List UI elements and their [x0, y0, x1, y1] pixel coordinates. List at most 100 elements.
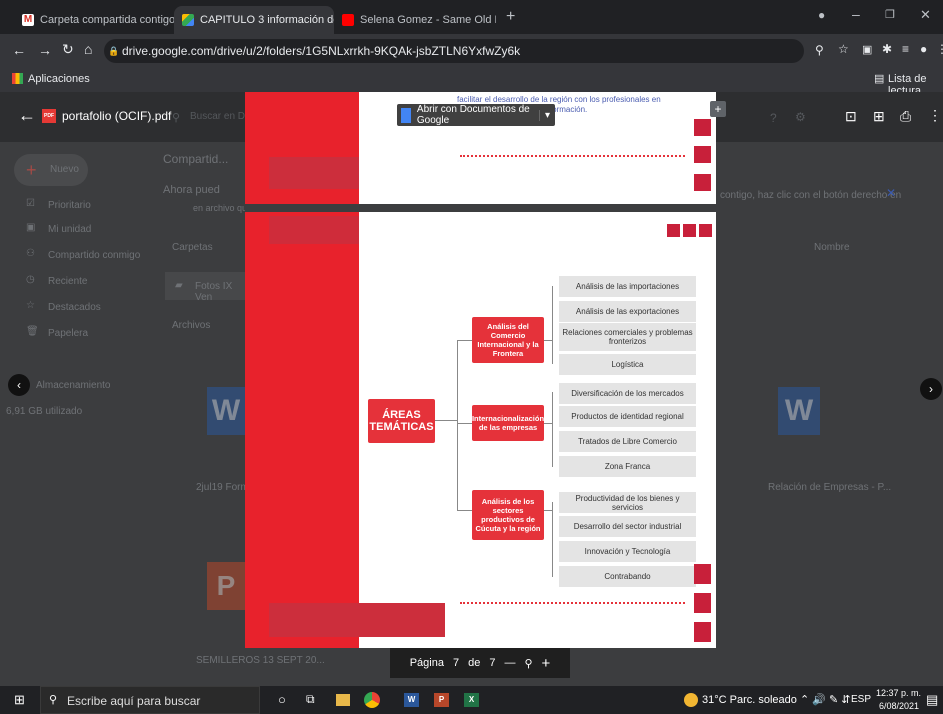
weather-text[interactable]: 31°C Parc. soleado [702, 694, 797, 706]
back-arrow-icon[interactable]: ← [18, 105, 36, 126]
nav-shared: Compartido conmigo [48, 250, 141, 261]
extension-icon[interactable]: ▣ [862, 43, 872, 56]
file-name-3: SEMILLEROS 13 SEPT 20... [196, 655, 325, 666]
red-square [683, 224, 696, 237]
more-options-icon[interactable]: ⋮ [928, 107, 942, 124]
reading-list-icon[interactable]: ≡ [902, 42, 909, 56]
weather-icon [684, 693, 698, 707]
open-with-label: Abrir con Documentos de Google [416, 104, 530, 126]
open-with-google-docs-button[interactable]: Abrir con Documentos de Google ▾ [397, 104, 555, 126]
connector-line [457, 340, 458, 510]
shared-icon: ⚇ [26, 248, 35, 259]
help-icon: ? [770, 111, 777, 125]
tab-youtube[interactable]: Selena Gomez - Same Old Lo 🔊 ✕ [334, 6, 496, 34]
profile-dot-icon[interactable]: ● [818, 8, 825, 22]
task-view-icon[interactable]: ⧉ [306, 692, 315, 707]
reading-list-icon: ▤ [874, 73, 885, 85]
connector-line [552, 392, 553, 467]
excel-icon[interactable]: X [464, 693, 479, 707]
red-box [269, 603, 445, 637]
apps-bookmark[interactable]: Aplicaciones [28, 73, 90, 85]
banner-text: Ahora pued [163, 184, 220, 196]
word-icon[interactable]: W [404, 693, 419, 707]
nav-priority: Prioritario [48, 200, 91, 211]
zoom-icon: ⚲ [524, 657, 533, 670]
nav-starred: Destacados [48, 302, 101, 313]
home-icon[interactable]: ⌂ [84, 41, 92, 57]
topic-item: Desarrollo del sector industrial [559, 516, 696, 537]
notifications-icon[interactable]: ▤ [926, 692, 938, 708]
file-explorer-icon[interactable] [336, 694, 350, 706]
root-node: ÁREAS TEMÁTICAS [368, 399, 435, 443]
new-tab-button[interactable]: + [506, 8, 515, 26]
back-arrow-icon[interactable]: ← [12, 42, 26, 58]
close-banner-icon: ✕ [886, 186, 897, 200]
priority-icon: ☑ [26, 198, 35, 209]
powerpoint-icon[interactable]: P [434, 693, 449, 707]
zoom-out-button[interactable]: — [504, 657, 515, 669]
forward-arrow-icon[interactable]: → [38, 42, 52, 58]
files-label: Archivos [172, 320, 211, 331]
next-page-button[interactable]: › [920, 378, 942, 400]
close-window-button[interactable]: ✕ [920, 7, 931, 23]
connector-line [457, 340, 472, 341]
current-page[interactable]: 7 [453, 657, 459, 669]
nav-trash: Papelera [48, 328, 89, 339]
of-label: de [468, 657, 481, 669]
menu-icon[interactable]: ⋮ [936, 42, 943, 56]
url-field[interactable]: 🔒 drive.google.com/drive/u/2/folders/1G5… [104, 39, 804, 63]
maximize-button[interactable]: ❐ [885, 8, 895, 21]
puzzle-icon[interactable]: ✱ [882, 42, 892, 56]
clock-date[interactable]: 6/08/2021 [879, 701, 919, 711]
nav-recent: Reciente [48, 276, 88, 287]
connector-line [552, 286, 553, 364]
star-icon[interactable]: ☆ [838, 42, 849, 56]
windows-taskbar: ⊞ ⚲ Escribe aquí para buscar ○ ⧉ W P X 3… [0, 686, 943, 714]
dotted-divider [460, 155, 685, 157]
google-docs-icon [401, 107, 411, 123]
print-icon[interactable]: ⎙ [900, 108, 911, 125]
add-to-drive-icon[interactable]: ⊡ [845, 108, 857, 125]
open-new-window-icon[interactable]: ⊞ [873, 108, 885, 125]
red-box [269, 157, 359, 189]
cortana-icon[interactable]: ○ [278, 692, 286, 707]
account-icon[interactable]: ● [920, 42, 927, 56]
tab-gmail[interactable]: M Carpeta compartida contigo: "Lib ✕ [14, 6, 174, 34]
new-button: + Nuevo [14, 154, 88, 186]
clock-icon: ◷ [26, 274, 35, 285]
minimize-button[interactable]: – [852, 6, 860, 22]
red-square [694, 564, 711, 584]
dotted-divider [460, 602, 685, 604]
taskbar-search-placeholder: Escribe aquí para buscar [67, 694, 201, 708]
zoom-icon[interactable]: ⚲ [815, 43, 824, 57]
topic-item: Análisis de las importaciones [559, 276, 696, 297]
topic-item: Contrabando [559, 566, 696, 587]
topic-item: Zona Franca [559, 456, 696, 477]
drive-icon [182, 14, 194, 26]
add-comment-icon[interactable]: + [710, 101, 726, 117]
tab-label: Selena Gomez - Same Old Lo [360, 14, 496, 26]
connector-line [544, 340, 552, 341]
taskbar-search-box[interactable]: ⚲ Escribe aquí para buscar [40, 686, 260, 714]
red-square [694, 174, 711, 191]
reload-icon[interactable]: ↻ [62, 41, 74, 58]
prev-page-button[interactable]: ‹ [8, 374, 30, 396]
banner-text-line2: en archivo que haya compartido contigo y… [193, 203, 245, 213]
zoom-in-button[interactable]: + [542, 655, 551, 672]
windows-start-icon[interactable]: ⊞ [14, 692, 25, 708]
trash-icon: 🗑 [26, 326, 39, 337]
language-indicator[interactable]: ESP [851, 694, 871, 705]
browser-tab-bar: M Carpeta compartida contigo: "Lib ✕ CAP… [0, 0, 943, 34]
chrome-icon[interactable] [364, 692, 380, 708]
red-square [694, 622, 711, 642]
topic-item: Productividad de los bienes y servicios [559, 492, 696, 513]
page-navigator: Página 7 de 7 — ⚲ + [390, 648, 570, 678]
clock-time[interactable]: 12:37 p. m. [876, 688, 921, 698]
connector-line [435, 420, 457, 421]
new-label: Nuevo [50, 164, 79, 175]
red-square [694, 593, 711, 613]
system-tray-icons[interactable]: ⌃ 🔊 ✎ ⇵ [800, 693, 851, 706]
chevron-down-icon[interactable]: ▾ [538, 109, 555, 121]
tab-drive[interactable]: CAPITULO 3 información de apoy ✕ [174, 6, 334, 34]
tab-label: CAPITULO 3 información de apoy [200, 14, 334, 26]
